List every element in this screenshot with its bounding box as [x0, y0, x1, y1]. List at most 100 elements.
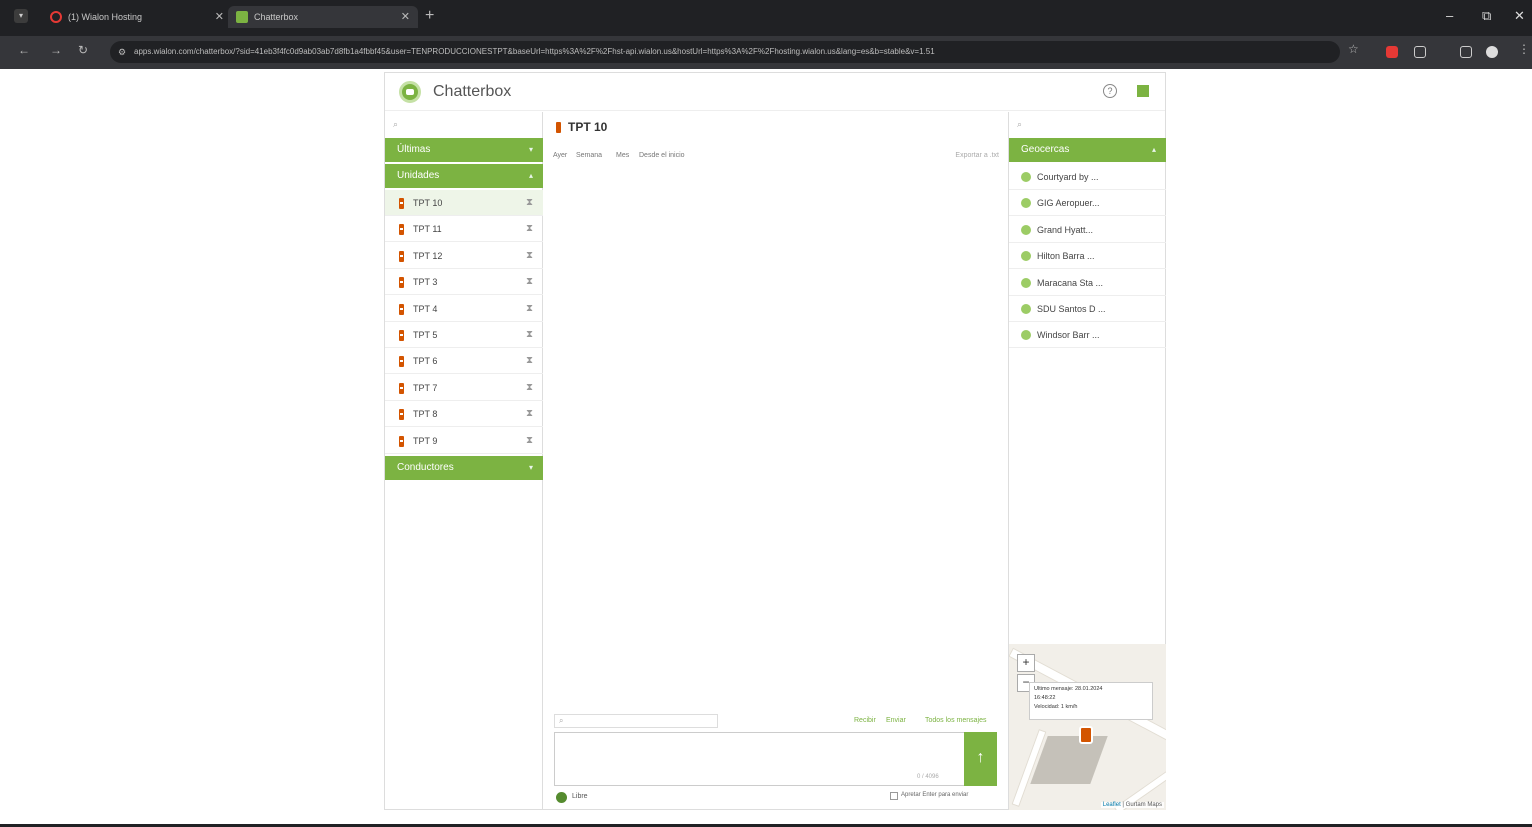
filter-month[interactable]: Mes: [616, 152, 629, 159]
minimize-icon[interactable]: –: [1446, 8, 1453, 23]
unit-row[interactable]: TPT 11 ⧗: [385, 216, 543, 243]
geofence-label: Grand Hyatt...: [1037, 224, 1094, 235]
site-info-icon[interactable]: ⚙: [118, 47, 128, 57]
unit-row[interactable]: TPT 3 ⧗: [385, 269, 543, 296]
filter-received[interactable]: Recibir: [854, 717, 876, 724]
forward-icon[interactable]: →: [50, 43, 62, 57]
geofence-row[interactable]: GIG Aeropuer...: [1009, 190, 1166, 217]
unit-row[interactable]: TPT 7 ⧗: [385, 375, 543, 401]
unit-row[interactable]: TPT 12 ⧗: [385, 243, 543, 269]
close-window-icon[interactable]: ✕: [1514, 8, 1525, 24]
close-tab-icon[interactable]: ✕: [215, 10, 224, 23]
unit-label: TPT 8: [413, 409, 438, 420]
attribution-text: | Gurtam Maps: [1122, 802, 1162, 808]
geofence-icon: [1021, 304, 1031, 314]
filter-all-messages[interactable]: Todos los mensajes: [925, 717, 986, 724]
unit-label: TPT 6: [413, 356, 438, 367]
geofence-row[interactable]: SDU Santos D ...: [1009, 296, 1166, 322]
popup-last-message: Ultimo mensaje: 28.01.2024: [1034, 686, 1103, 692]
units-panel: ⌕ Últimas ▾ Unidades ▴ TPT 10 ⧗ TPT 11 ⧗ TPT…: [385, 112, 543, 810]
search-icon: ⌕: [393, 119, 399, 129]
browser-menu-icon[interactable]: ⋮: [1518, 42, 1530, 56]
unit-actions-icon[interactable]: ⧗: [526, 322, 533, 348]
geofence-row[interactable]: Maracana Sta ...: [1009, 270, 1166, 296]
new-tab-icon[interactable]: +: [425, 7, 434, 25]
char-counter: 0 / 4096: [917, 774, 939, 780]
geofence-row[interactable]: Windsor Barr ...: [1009, 322, 1166, 349]
unit-icon: [556, 122, 561, 133]
unit-icon: [399, 409, 404, 421]
tab-search-icon[interactable]: ▾: [14, 9, 28, 23]
unit-actions-icon[interactable]: ⧗: [526, 190, 533, 216]
section-drivers[interactable]: Conductores ▾: [385, 456, 543, 480]
section-units[interactable]: Unidades ▴: [385, 164, 543, 188]
reload-icon[interactable]: ↻: [78, 43, 88, 57]
unit-label: TPT 12: [413, 250, 443, 261]
filter-from-start[interactable]: Desde el inicio: [639, 152, 685, 159]
unit-icon: [399, 303, 404, 315]
unit-actions-icon[interactable]: ⧗: [526, 401, 533, 427]
unit-label: TPT 10: [413, 198, 443, 208]
chatterbox-app: Chatterbox ? ⌕ Últimas ▾ Unidades ▴ TPT …: [384, 72, 1166, 810]
geofence-label: Courtyard by ...: [1037, 172, 1099, 182]
export-txt-link[interactable]: Exportar a .txt: [955, 152, 999, 159]
leaflet-link[interactable]: Leaflet: [1103, 802, 1121, 808]
back-icon[interactable]: ←: [18, 43, 30, 57]
side-panel-icon[interactable]: [1460, 46, 1472, 58]
unit-actions-icon[interactable]: ⧗: [526, 216, 533, 242]
bookmark-star-icon[interactable]: ☆: [1348, 42, 1359, 56]
send-button[interactable]: ↑: [964, 732, 997, 786]
section-label: Geocercas: [1021, 144, 1070, 155]
help-icon[interactable]: ?: [1103, 84, 1117, 98]
close-tab-icon[interactable]: ✕: [401, 10, 410, 23]
maximize-icon[interactable]: ⧉: [1482, 8, 1491, 24]
zoom-in-button[interactable]: +: [1017, 654, 1035, 672]
geofence-row[interactable]: Hilton Barra ...: [1009, 243, 1166, 270]
geofence-row[interactable]: Grand Hyatt...: [1009, 217, 1166, 243]
unit-row[interactable]: TPT 5 ⧗: [385, 322, 543, 348]
status-indicator-icon[interactable]: [556, 792, 567, 803]
unit-actions-icon[interactable]: ⧗: [526, 269, 533, 295]
address-bar[interactable]: ⚙ apps.wialon.com/chatterbox/?sid=41eb3f…: [110, 41, 1340, 63]
apps-menu-icon[interactable]: [1137, 85, 1149, 97]
unit-icon: [399, 382, 404, 394]
map[interactable]: + − Ultimo mensaje: 28.01.2024 16:48:22 …: [1009, 644, 1166, 810]
unit-marker-icon[interactable]: [1079, 726, 1093, 744]
unit-actions-icon[interactable]: ⧗: [526, 428, 533, 454]
unit-row[interactable]: TPT 4 ⧗: [385, 296, 543, 322]
geofence-label: Maracana Sta ...: [1037, 277, 1104, 288]
unit-label: TPT 3: [413, 277, 438, 288]
tab-chatterbox[interactable]: Chatterbox ✕: [228, 6, 418, 28]
extension-icon[interactable]: [1386, 46, 1398, 58]
enter-to-send-checkbox[interactable]: [890, 792, 898, 800]
unit-label: TPT 5: [413, 330, 438, 340]
section-recent[interactable]: Últimas ▾: [385, 138, 543, 162]
filter-yesterday[interactable]: Ayer: [553, 152, 567, 159]
extensions-puzzle-icon[interactable]: [1414, 46, 1426, 58]
tab-wialon-hosting[interactable]: (1) Wialon Hosting ✕: [42, 6, 232, 28]
profile-avatar-icon[interactable]: [1486, 46, 1498, 58]
message-textarea[interactable]: 0 / 4096: [554, 732, 966, 786]
map-attribution: Leaflet | Gurtam Maps: [1100, 802, 1164, 808]
unit-icon: [399, 250, 404, 262]
section-geofences[interactable]: Geocercas ▴: [1009, 138, 1166, 162]
unit-actions-icon[interactable]: ⧗: [526, 243, 533, 269]
unit-row[interactable]: TPT 9 ⧗: [385, 428, 543, 454]
unit-row[interactable]: TPT 6 ⧗: [385, 348, 543, 375]
app-header: Chatterbox ?: [385, 73, 1165, 111]
unit-actions-icon[interactable]: ⧗: [526, 348, 533, 374]
wialon-favicon-icon: [50, 11, 62, 23]
geofence-search-input[interactable]: ⌕: [1009, 114, 1166, 138]
send-icon: ↑: [976, 749, 985, 766]
url-text: apps.wialon.com/chatterbox/?sid=41eb3f4f…: [134, 47, 935, 56]
geofence-row[interactable]: Courtyard by ...: [1009, 164, 1166, 190]
unit-actions-icon[interactable]: ⧗: [526, 375, 533, 401]
unit-row[interactable]: TPT 8 ⧗: [385, 401, 543, 428]
filter-sent[interactable]: Enviar: [886, 717, 906, 724]
message-search-input[interactable]: ⌕: [554, 714, 718, 728]
filter-week[interactable]: Semana: [576, 152, 602, 159]
popup-speed: Velocidad: 1 km/h: [1034, 704, 1078, 710]
units-search-input[interactable]: ⌕: [385, 114, 543, 138]
unit-actions-icon[interactable]: ⧗: [526, 296, 533, 322]
unit-row[interactable]: TPT 10 ⧗: [385, 190, 543, 216]
